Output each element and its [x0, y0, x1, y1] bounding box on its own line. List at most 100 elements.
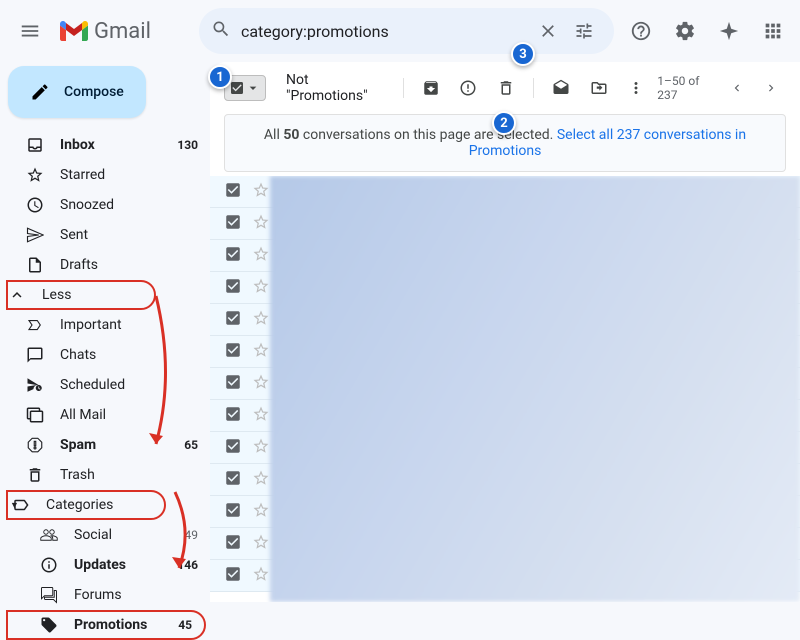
- star-icon[interactable]: [252, 213, 270, 235]
- sidebar-item-scheduled[interactable]: Scheduled: [8, 370, 210, 400]
- star-icon[interactable]: [252, 533, 270, 555]
- sidebar-item-label: Drafts: [60, 257, 198, 273]
- sidebar-item-starred[interactable]: Starred: [8, 160, 210, 190]
- delete-button[interactable]: [489, 70, 523, 106]
- next-page-button[interactable]: [756, 72, 786, 104]
- gemini-button[interactable]: [710, 12, 748, 50]
- stacked-mail-icon: [26, 406, 44, 424]
- star-icon[interactable]: [252, 501, 270, 523]
- checkbox-checked-icon[interactable]: [224, 565, 242, 587]
- more-button[interactable]: [620, 70, 654, 106]
- gmail-logo[interactable]: Gmail: [60, 19, 151, 44]
- checkbox-checked-icon[interactable]: [224, 501, 242, 523]
- pagination-text: 1–50 of 237: [657, 74, 718, 102]
- sidebar-item-count: 130: [177, 138, 198, 152]
- search-input[interactable]: [231, 22, 530, 41]
- sidebar-item-promotions[interactable]: Promotions 45: [6, 610, 206, 640]
- tag-icon: [40, 616, 58, 634]
- star-icon[interactable]: [252, 437, 270, 459]
- prev-page-button[interactable]: [722, 72, 752, 104]
- annotation-1: 1: [208, 65, 232, 89]
- star-icon[interactable]: [252, 309, 270, 331]
- search-options-button[interactable]: [566, 13, 602, 49]
- checkbox-checked-icon[interactable]: [224, 277, 242, 299]
- sidebar-item-spam[interactable]: Spam 65: [8, 430, 210, 460]
- settings-button[interactable]: [666, 12, 704, 50]
- sidebar-item-label: Social: [74, 527, 185, 543]
- sidebar-item-label: Chats: [60, 347, 198, 363]
- checkbox-checked-icon[interactable]: [224, 309, 242, 331]
- sidebar-item-trash[interactable]: Trash: [8, 460, 210, 490]
- sidebar-item-label: Forums: [74, 587, 198, 603]
- clear-search-button[interactable]: [530, 13, 566, 49]
- banner-mid: conversations on this page are selected.: [299, 127, 556, 143]
- apps-button[interactable]: [754, 12, 792, 50]
- trash-icon: [26, 466, 44, 484]
- hamburger-icon: [19, 20, 41, 42]
- checkbox-checked-icon[interactable]: [224, 437, 242, 459]
- checkbox-checked-icon[interactable]: [224, 405, 242, 427]
- star-icon[interactable]: [252, 181, 270, 203]
- not-promotions-button[interactable]: Not "Promotions": [280, 72, 393, 104]
- sidebar-item-allmail[interactable]: All Mail: [8, 400, 210, 430]
- checkbox-checked-icon[interactable]: [224, 341, 242, 363]
- checkbox-checked-icon[interactable]: [224, 533, 242, 555]
- main-menu-button[interactable]: [8, 9, 52, 53]
- sidebar-item-label: Inbox: [60, 137, 177, 153]
- divider: [533, 78, 534, 98]
- star-icon[interactable]: [252, 277, 270, 299]
- send-icon: [26, 226, 44, 244]
- info-icon: [40, 556, 58, 574]
- sidebar-item-less[interactable]: Less: [6, 280, 156, 310]
- star-icon[interactable]: [252, 245, 270, 267]
- star-icon[interactable]: [252, 469, 270, 491]
- sidebar-item-label: Sent: [60, 227, 198, 243]
- checkbox-checked-icon[interactable]: [224, 245, 242, 267]
- app-header: Gmail: [0, 0, 800, 62]
- sidebar-item-label: Spam: [60, 437, 184, 453]
- sidebar-item-important[interactable]: Important: [8, 310, 210, 340]
- sidebar-item-label: Categories: [46, 497, 152, 513]
- star-icon[interactable]: [252, 405, 270, 427]
- archive-button[interactable]: [414, 70, 448, 106]
- sidebar: Compose Inbox 130 Starred Snoozed Sent D…: [0, 62, 210, 602]
- sidebar-item-label: Less: [42, 287, 142, 303]
- sidebar-item-social[interactable]: Social 49: [8, 520, 210, 550]
- sidebar-item-sent[interactable]: Sent: [8, 220, 210, 250]
- sidebar-item-drafts[interactable]: Drafts: [8, 250, 210, 280]
- banner-prefix: All: [264, 127, 283, 143]
- sidebar-item-updates[interactable]: Updates 146: [8, 550, 210, 580]
- star-icon[interactable]: [252, 373, 270, 395]
- forum-icon: [40, 586, 58, 604]
- sidebar-item-inbox[interactable]: Inbox 130: [8, 130, 210, 160]
- move-to-button[interactable]: [582, 70, 616, 106]
- file-icon: [26, 256, 44, 274]
- sidebar-item-label: Trash: [60, 467, 198, 483]
- checkbox-checked-icon[interactable]: [224, 181, 242, 203]
- checkbox-checked-icon: [229, 80, 245, 96]
- sidebar-item-categories[interactable]: ▼ Categories: [6, 490, 166, 520]
- annotation-2: 2: [492, 111, 516, 135]
- checkbox-checked-icon[interactable]: [224, 469, 242, 491]
- sidebar-item-label: Promotions: [74, 617, 178, 633]
- toolbar: Not "Promotions" 1–50 of 237: [210, 62, 800, 114]
- checkbox-checked-icon[interactable]: [224, 213, 242, 235]
- star-icon[interactable]: [252, 565, 270, 587]
- sidebar-item-snoozed[interactable]: Snoozed: [8, 190, 210, 220]
- star-icon[interactable]: [252, 341, 270, 363]
- chat-icon: [26, 346, 44, 364]
- people-icon: [40, 526, 58, 544]
- sidebar-item-forums[interactable]: Forums: [8, 580, 210, 610]
- support-button[interactable]: [622, 12, 660, 50]
- inbox-icon: [26, 136, 44, 154]
- report-spam-button[interactable]: [452, 70, 486, 106]
- mark-read-button[interactable]: [544, 70, 578, 106]
- sidebar-item-chats[interactable]: Chats: [8, 340, 210, 370]
- sidebar-item-count: 45: [178, 618, 192, 632]
- checkbox-checked-icon[interactable]: [224, 373, 242, 395]
- mail-list: [210, 176, 800, 602]
- sidebar-item-label: All Mail: [60, 407, 198, 423]
- sidebar-item-label: Updates: [74, 557, 177, 573]
- compose-button[interactable]: Compose: [8, 66, 146, 118]
- sidebar-item-count: 49: [185, 528, 199, 542]
